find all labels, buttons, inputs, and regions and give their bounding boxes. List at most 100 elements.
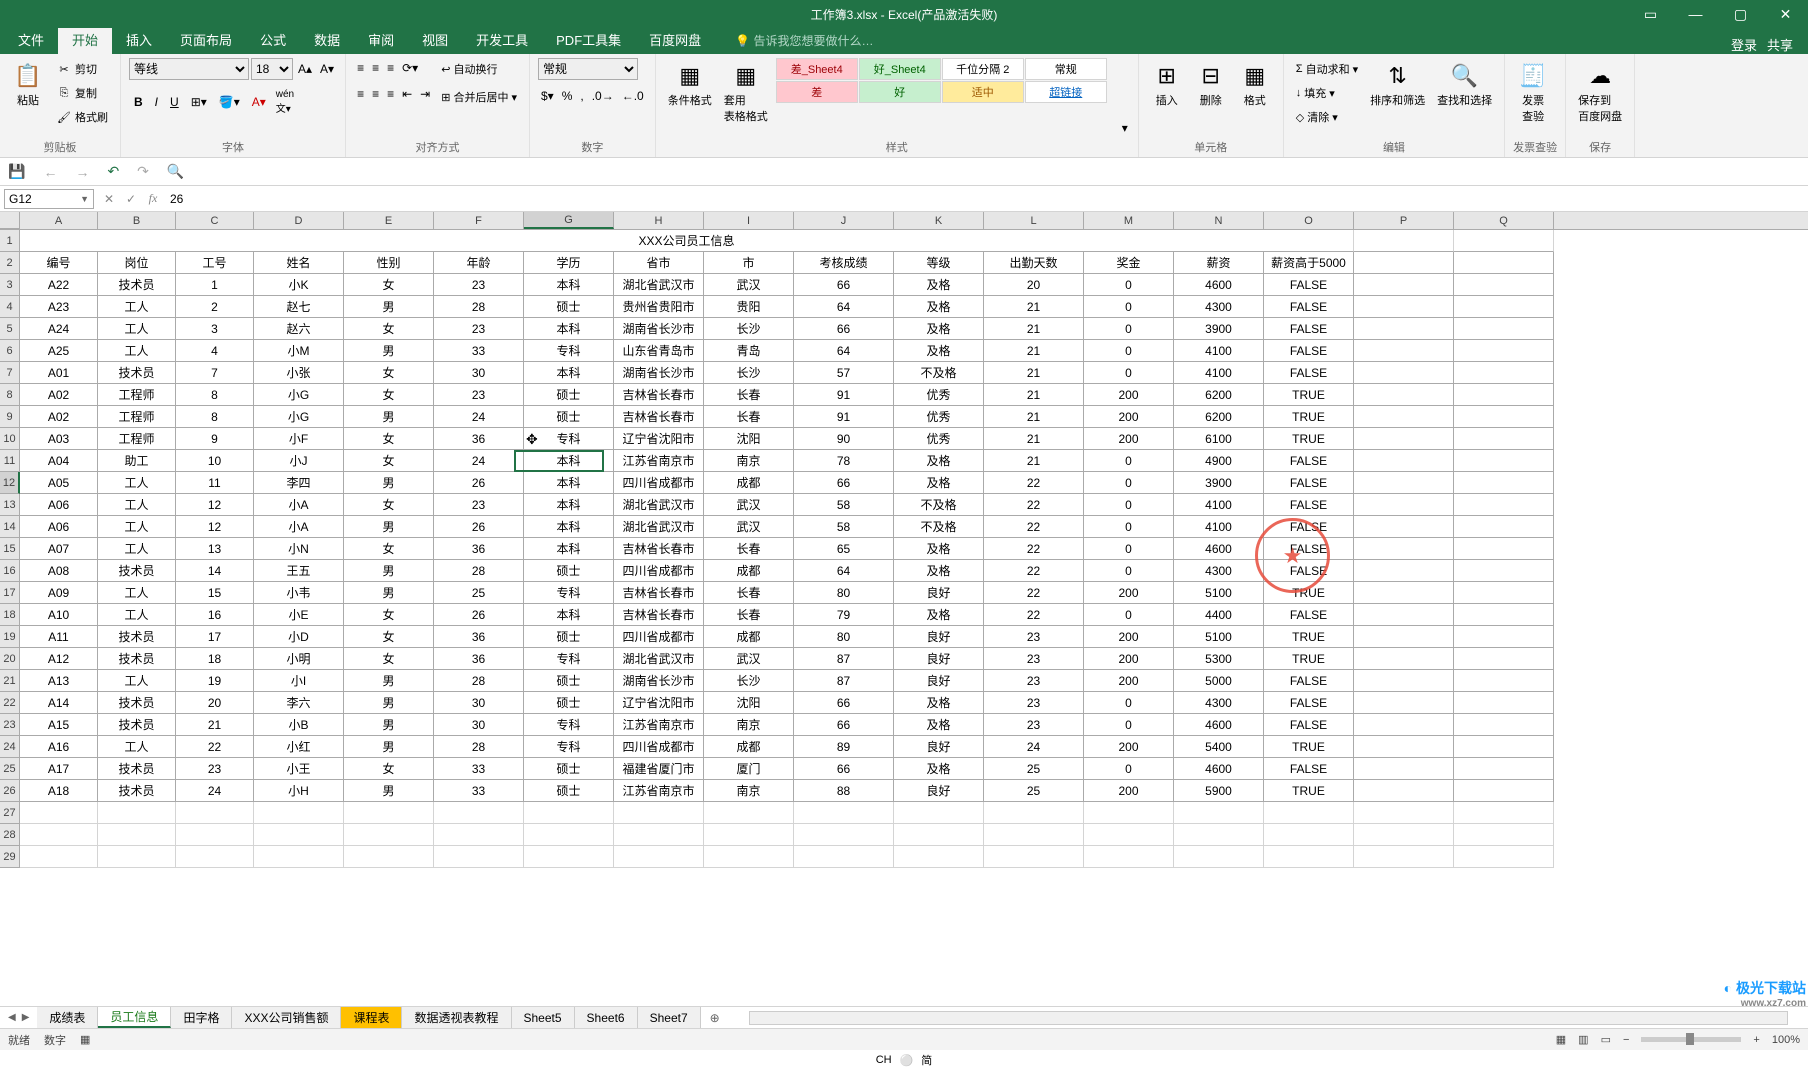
row-header[interactable]: 17 xyxy=(0,582,20,604)
row-header[interactable]: 5 xyxy=(0,318,20,340)
cell[interactable]: 13 xyxy=(176,538,254,560)
cell[interactable]: 工人 xyxy=(98,296,176,318)
ime-indicator-icon[interactable]: ⚪ xyxy=(900,1054,914,1067)
cell[interactable]: 200 xyxy=(1084,626,1174,648)
cell[interactable] xyxy=(344,802,434,824)
cell[interactable]: 0 xyxy=(1084,340,1174,362)
table-format-button[interactable]: ▦套用 表格格式 xyxy=(720,58,772,126)
cell[interactable] xyxy=(1354,758,1454,780)
col-header-B[interactable]: B xyxy=(98,212,176,229)
cell[interactable]: 36 xyxy=(434,538,524,560)
italic-button[interactable]: I xyxy=(150,92,163,112)
cell[interactable]: 良好 xyxy=(894,648,984,670)
cell[interactable]: 0 xyxy=(1084,714,1174,736)
cell[interactable] xyxy=(1354,384,1454,406)
cell[interactable]: 66 xyxy=(794,758,894,780)
cell[interactable]: 及格 xyxy=(894,758,984,780)
formula-input[interactable] xyxy=(164,189,1808,209)
cell[interactable]: 3 xyxy=(176,318,254,340)
cell[interactable]: 工人 xyxy=(98,538,176,560)
cell[interactable]: 专科 xyxy=(524,428,614,450)
cell[interactable]: 本科 xyxy=(524,450,614,472)
style-neutral[interactable]: 适中 xyxy=(942,81,1024,103)
cell[interactable]: 4600 xyxy=(1174,274,1264,296)
cell[interactable] xyxy=(98,824,176,846)
cell[interactable] xyxy=(1354,472,1454,494)
align-right-icon[interactable]: ≡ xyxy=(384,84,397,104)
cell[interactable]: 23 xyxy=(984,626,1084,648)
cell[interactable]: FALSE xyxy=(1264,758,1354,780)
cell[interactable] xyxy=(1354,450,1454,472)
cell[interactable] xyxy=(1454,340,1554,362)
cell[interactable] xyxy=(894,802,984,824)
cell[interactable]: 4400 xyxy=(1174,604,1264,626)
cell[interactable]: 2 xyxy=(176,296,254,318)
cell[interactable]: 技术员 xyxy=(98,780,176,802)
sheet-next-icon[interactable]: ▶ xyxy=(22,1012,30,1023)
cell[interactable]: 等级 xyxy=(894,252,984,274)
fx-icon[interactable]: fx xyxy=(142,191,164,206)
cell[interactable]: 36 xyxy=(434,626,524,648)
cell[interactable] xyxy=(1354,582,1454,604)
cell[interactable]: 小明 xyxy=(254,648,344,670)
currency-icon[interactable]: $▾ xyxy=(538,86,557,106)
cell[interactable] xyxy=(1454,824,1554,846)
cell[interactable]: 专科 xyxy=(524,582,614,604)
cell[interactable] xyxy=(1354,714,1454,736)
cell[interactable]: 江苏省南京市 xyxy=(614,714,704,736)
cell[interactable]: 21 xyxy=(984,318,1084,340)
cell[interactable]: 女 xyxy=(344,450,434,472)
cell[interactable]: 工人 xyxy=(98,472,176,494)
select-all-corner[interactable] xyxy=(0,212,20,229)
cell[interactable]: 小N xyxy=(254,538,344,560)
cell[interactable]: A16 xyxy=(20,736,98,758)
cell[interactable]: A17 xyxy=(20,758,98,780)
cell[interactable]: 及格 xyxy=(894,560,984,582)
cell[interactable]: 66 xyxy=(794,318,894,340)
cell[interactable] xyxy=(1454,846,1554,868)
tab-home[interactable]: 开始 xyxy=(58,25,112,54)
cell[interactable]: 23 xyxy=(434,494,524,516)
cell[interactable]: 不及格 xyxy=(894,494,984,516)
cell[interactable] xyxy=(984,846,1084,868)
cell[interactable] xyxy=(1454,626,1554,648)
cell[interactable]: 4100 xyxy=(1174,340,1264,362)
cell[interactable]: 男 xyxy=(344,472,434,494)
align-bottom-icon[interactable]: ≡ xyxy=(384,58,397,78)
cell[interactable]: 良好 xyxy=(894,626,984,648)
cell[interactable]: 200 xyxy=(1084,582,1174,604)
cell[interactable]: 58 xyxy=(794,494,894,516)
row-header[interactable]: 12 xyxy=(0,472,20,494)
cell[interactable] xyxy=(1454,604,1554,626)
cell[interactable] xyxy=(1454,648,1554,670)
cell[interactable]: A23 xyxy=(20,296,98,318)
cell[interactable]: 硕士 xyxy=(524,670,614,692)
cell[interactable]: 优秀 xyxy=(894,428,984,450)
cell[interactable] xyxy=(1354,538,1454,560)
cell[interactable]: 22 xyxy=(984,604,1084,626)
tab-formulas[interactable]: 公式 xyxy=(246,25,300,54)
cell[interactable]: 0 xyxy=(1084,274,1174,296)
cell[interactable]: 江苏省南京市 xyxy=(614,780,704,802)
cell[interactable]: 编号 xyxy=(20,252,98,274)
cell[interactable] xyxy=(524,846,614,868)
col-header-G[interactable]: G xyxy=(524,212,614,229)
cell[interactable]: 本科 xyxy=(524,274,614,296)
cell[interactable]: 奖金 xyxy=(1084,252,1174,274)
col-header-I[interactable]: I xyxy=(704,212,794,229)
tab-data[interactable]: 数据 xyxy=(300,25,354,54)
cell[interactable]: 辽宁省沈阳市 xyxy=(614,692,704,714)
cell[interactable]: 17 xyxy=(176,626,254,648)
cell[interactable]: 长春 xyxy=(704,384,794,406)
cell[interactable]: 33 xyxy=(434,780,524,802)
cell[interactable]: 22 xyxy=(984,472,1084,494)
cell[interactable]: A08 xyxy=(20,560,98,582)
comma-icon[interactable]: , xyxy=(577,86,586,106)
cell[interactable]: A24 xyxy=(20,318,98,340)
cell[interactable]: 吉林省长春市 xyxy=(614,604,704,626)
cell[interactable]: 男 xyxy=(344,582,434,604)
cell[interactable]: 21 xyxy=(984,362,1084,384)
cell[interactable]: 及格 xyxy=(894,692,984,714)
cell[interactable] xyxy=(1454,428,1554,450)
cell[interactable]: 武汉 xyxy=(704,648,794,670)
